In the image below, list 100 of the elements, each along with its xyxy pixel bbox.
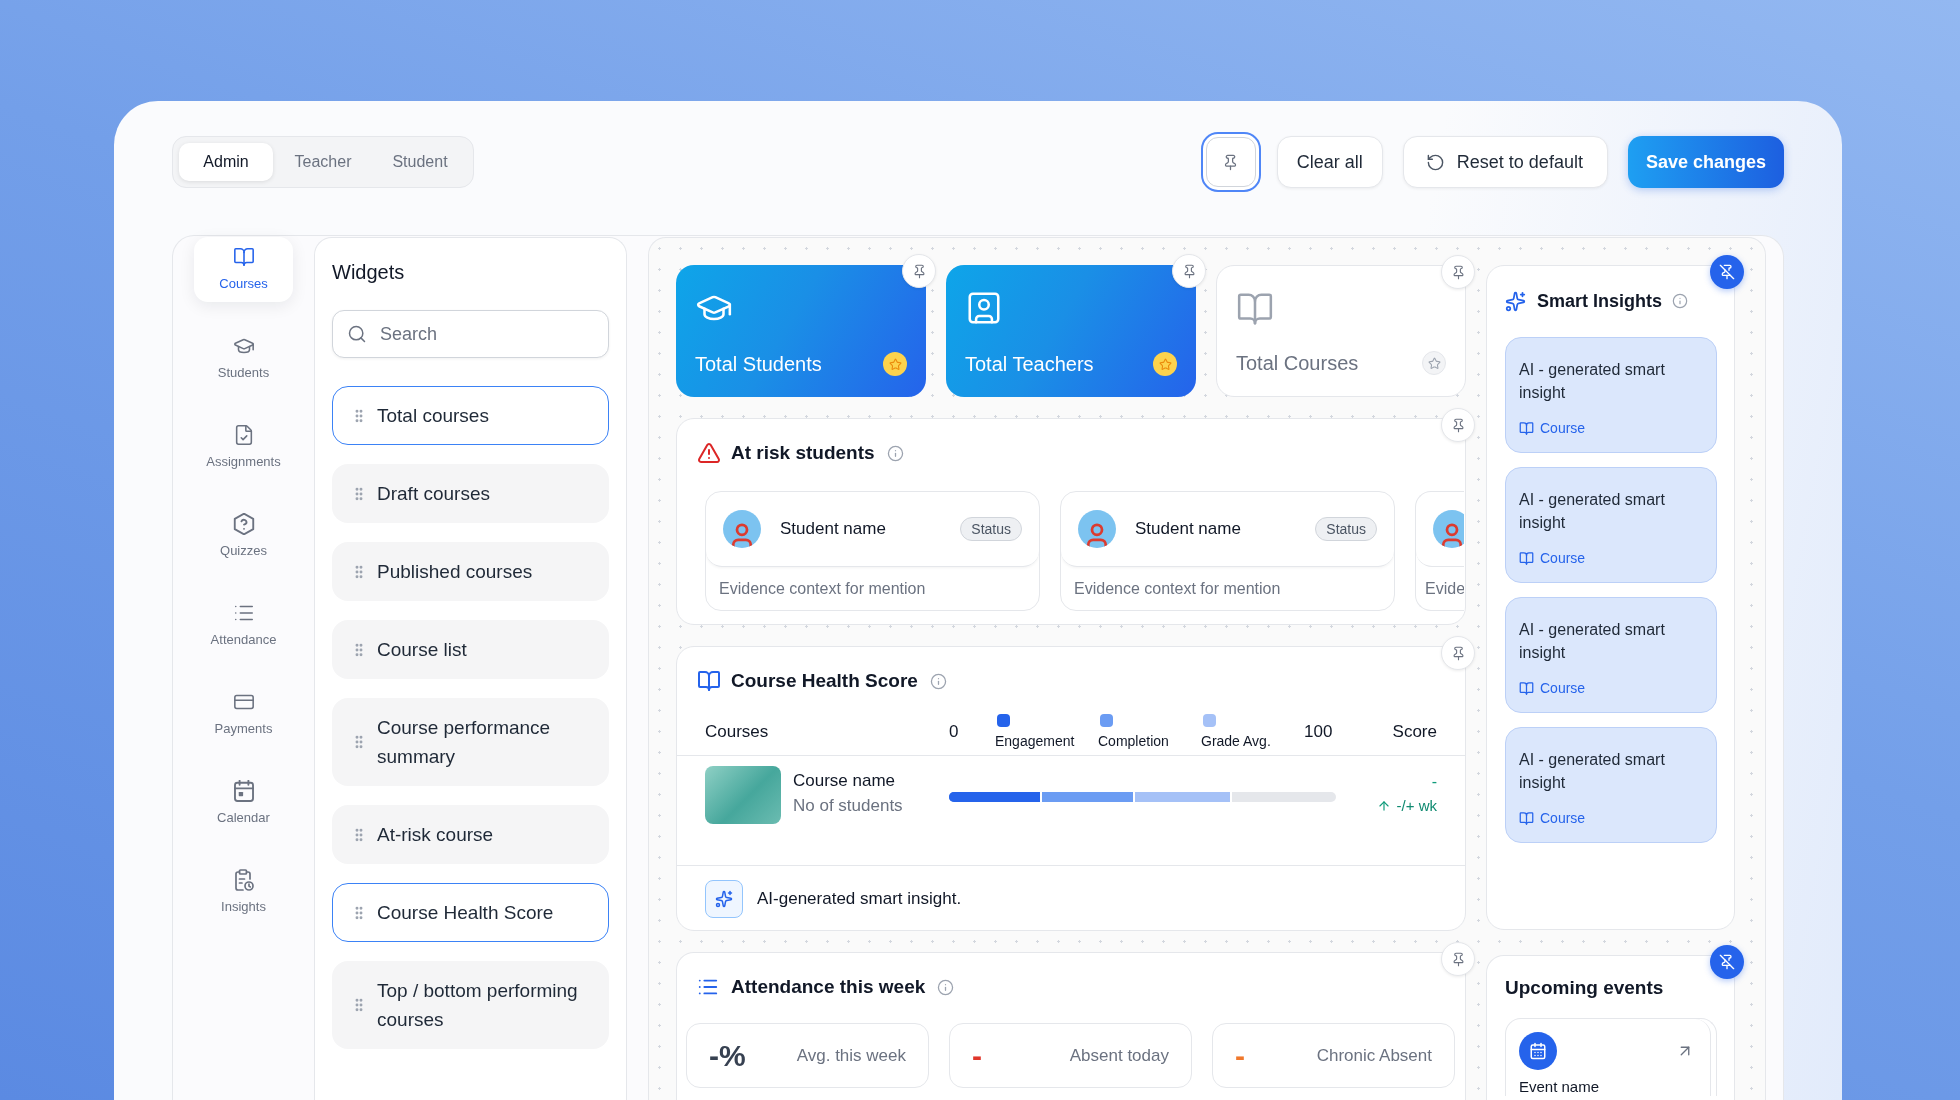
insight-text: AI - generated smart insight: [1519, 490, 1666, 533]
stat-value: -: [1235, 1038, 1245, 1074]
calendar-icon: [232, 779, 255, 802]
info-icon: [929, 672, 947, 690]
calendar-icon: [1519, 1032, 1557, 1070]
stat-label: Chronic Absent: [1316, 1044, 1432, 1067]
card-title: Smart Insights: [1537, 289, 1663, 313]
pin-icon: [1450, 645, 1466, 661]
avatar-icon: [723, 510, 761, 548]
sparkles-icon: [1505, 290, 1526, 312]
legend-label: Completion: [1098, 733, 1169, 750]
info-icon: [886, 444, 904, 462]
pin-off-icon: [1719, 264, 1735, 280]
widget-item[interactable]: Published courses: [332, 542, 609, 601]
evidence-text: Evidence context for mention: [1074, 578, 1281, 599]
course-link[interactable]: Course: [1519, 678, 1586, 699]
widget-item[interactable]: Top / bottom performing courses: [332, 961, 609, 1049]
question-hexagon-icon: [232, 512, 255, 535]
stat-label: Total Courses: [1236, 351, 1359, 376]
role-tab[interactable]: Admin: [179, 143, 273, 181]
widget-item[interactable]: Draft courses: [332, 464, 609, 523]
nav-item[interactable]: Students: [194, 326, 293, 391]
student-count: No of students: [793, 795, 903, 817]
search-field[interactable]: Search: [332, 310, 609, 358]
role-tab[interactable]: Student: [373, 143, 467, 181]
card-title: Upcoming events: [1505, 976, 1665, 1000]
info-icon: [1672, 293, 1689, 309]
insight-text: AI - generated smart insight: [1519, 360, 1666, 403]
widget-item[interactable]: Course performance summary: [332, 698, 609, 786]
nav-item[interactable]: Attendance: [194, 593, 293, 658]
score-value: -: [1431, 772, 1437, 792]
status-badge: Status: [960, 517, 1022, 541]
stat-label: Avg. this week: [796, 1044, 906, 1067]
stat-label: Absent today: [1069, 1044, 1169, 1067]
widget-item[interactable]: Total courses: [332, 386, 609, 445]
warning-icon: [697, 441, 721, 465]
pin-icon: [911, 263, 927, 279]
nav-item[interactable]: Calendar: [194, 771, 293, 836]
reset-button[interactable]: Reset to default: [1402, 136, 1608, 188]
pin-icon: [1450, 264, 1466, 280]
reset-icon: [1425, 152, 1445, 172]
nav-item[interactable]: Insights: [194, 860, 293, 925]
nav-item[interactable]: Assignments: [194, 415, 293, 480]
insight-text: AI - generated smart insight: [1519, 750, 1666, 793]
unpin-button[interactable]: [1710, 255, 1744, 289]
sparkles-icon: [705, 879, 743, 918]
trend-text: -/+ wk: [1396, 796, 1437, 816]
avatar-icon: [1433, 510, 1464, 548]
stat-value: -%: [709, 1038, 746, 1074]
nav-item[interactable]: Payments: [194, 682, 293, 747]
unpin-button[interactable]: [1710, 945, 1744, 979]
column-header: Courses: [705, 721, 770, 744]
widget-item[interactable]: Course Health Score: [332, 883, 609, 942]
nav-item[interactable]: Quizzes: [194, 504, 293, 569]
evidence-text: Evide: [1425, 578, 1464, 599]
clear-all-button[interactable]: Clear all: [1276, 136, 1383, 188]
student-name: Student name: [1135, 518, 1241, 541]
stat-label: Total Teachers: [965, 352, 1094, 377]
legend-label: Engagement: [995, 733, 1075, 750]
axis-label: 0: [949, 721, 960, 744]
card-title: Course Health Score: [731, 668, 918, 693]
widget-item[interactable]: Course list: [332, 620, 609, 679]
book-icon: [1519, 421, 1534, 436]
card-title: Attendance this week: [731, 974, 926, 999]
pin-button[interactable]: [1200, 132, 1261, 192]
course-link[interactable]: Course: [1519, 548, 1586, 569]
course-link[interactable]: Course: [1519, 808, 1586, 829]
role-tab[interactable]: Teacher: [276, 143, 370, 181]
book-icon: [697, 669, 721, 693]
search-icon: [347, 324, 367, 344]
widget-item[interactable]: At-risk course: [332, 805, 609, 864]
save-button[interactable]: Save changes: [1627, 136, 1784, 188]
legend-label: Grade Avg.: [1201, 733, 1271, 750]
pin-icon: [1450, 951, 1466, 967]
stat-value: -: [972, 1038, 982, 1074]
card-title: At risk students: [731, 440, 875, 465]
info-icon: [937, 978, 955, 996]
pin-off-icon: [1719, 954, 1735, 970]
student-name: Student name: [780, 518, 886, 541]
book-icon: [1519, 681, 1534, 696]
clipboard-clock-icon: [232, 868, 255, 891]
evidence-text: Evidence context for mention: [719, 578, 926, 599]
axis-label: 100: [1304, 721, 1334, 744]
nav-item[interactable]: Courses: [194, 237, 293, 302]
book-icon: [232, 245, 255, 268]
book-icon: [1519, 811, 1534, 826]
pin-icon: [1450, 417, 1466, 433]
event-name: Event name: [1519, 1078, 1601, 1096]
pin-icon: [1181, 263, 1197, 279]
panel-title: Widgets: [332, 260, 406, 284]
insight-text: AI - generated smart insight: [1519, 620, 1666, 663]
course-name: Course name: [793, 770, 896, 792]
insight-text: AI-generated smart insight.: [757, 887, 962, 910]
user-square-icon: [965, 289, 1003, 327]
stat-label: Total Students: [695, 352, 822, 377]
book-icon: [1519, 551, 1534, 566]
course-link[interactable]: Course: [1519, 418, 1586, 439]
status-badge: Status: [1315, 517, 1377, 541]
avatar-icon: [1078, 510, 1116, 548]
column-header: Score: [1391, 721, 1437, 744]
